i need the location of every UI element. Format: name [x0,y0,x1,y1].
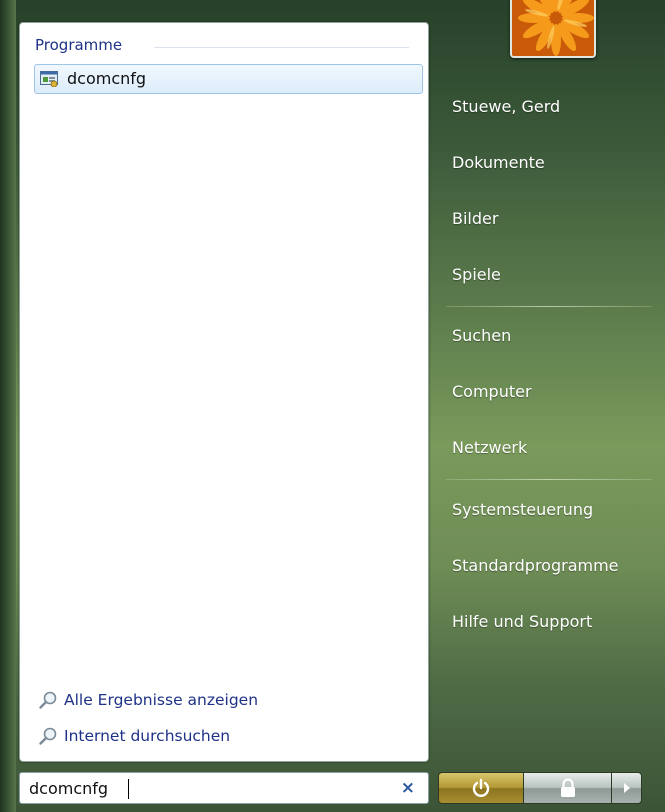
component-services-icon [40,71,58,87]
clear-search-icon[interactable]: × [401,778,415,798]
search-magnifier-icon [39,727,57,745]
computer-link[interactable]: Computer [452,382,532,401]
help-and-support-link[interactable]: Hilfe und Support [452,612,592,631]
control-panel-link[interactable]: Systemsteuerung [452,500,593,519]
result-label: dcomcnfg [67,69,147,88]
search-results-pane: Programme dcomcnfg Alle Ergebnisse anzei… [19,22,429,762]
search-internet-label: Internet durchsuchen [64,727,231,745]
results-group-header: Programme [35,36,123,54]
search-magnifier-icon [39,691,57,709]
text-caret [128,779,129,799]
search-link[interactable]: Suchen [452,326,511,345]
documents-link[interactable]: Dokumente [452,153,545,172]
show-all-results-link[interactable]: Alle Ergebnisse anzeigen [38,690,258,710]
lock-icon [560,778,575,797]
pictures-link[interactable]: Bilder [452,209,498,228]
arrow-right-icon [623,783,630,793]
user-flower-picture-icon[interactable] [510,0,596,58]
power-button[interactable] [438,772,524,804]
games-link[interactable]: Spiele [452,265,501,284]
power-icon [472,778,490,797]
start-search-input[interactable] [29,779,369,798]
network-link[interactable]: Netzwerk [452,438,527,457]
result-item-dcomcnfg[interactable]: dcomcnfg [34,64,423,94]
right-pane-divider [446,479,652,480]
start-menu-frame-edge [0,0,16,812]
shutdown-options-button[interactable] [612,772,642,804]
default-programs-link[interactable]: Standardprogramme [452,556,619,575]
start-search-box[interactable]: × [19,772,429,804]
right-pane-divider [446,306,652,307]
flower-image [512,0,594,56]
user-name-link[interactable]: Stuewe, Gerd [452,97,560,116]
group-header-divider [154,47,409,48]
lock-button[interactable] [524,772,612,804]
show-all-results-label: Alle Ergebnisse anzeigen [64,691,259,709]
search-internet-link[interactable]: Internet durchsuchen [38,726,230,746]
